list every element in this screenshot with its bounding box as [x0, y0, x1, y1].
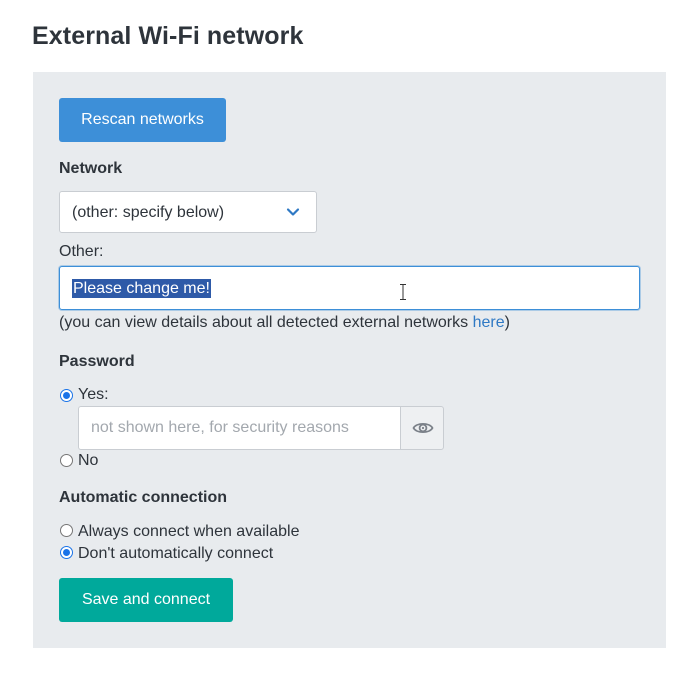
network-select-value: (other: specify below) — [72, 204, 225, 221]
dont-connect-radio[interactable] — [60, 546, 73, 559]
password-yes-radio[interactable] — [60, 389, 73, 402]
networks-details-link[interactable]: here — [473, 314, 505, 331]
text-cursor-icon — [400, 284, 406, 300]
networks-hint-text: (you can view details about all detected… — [59, 314, 473, 331]
password-no-label: No — [78, 452, 99, 469]
dont-connect-label: Don't automatically connect — [78, 545, 274, 562]
rescan-networks-button[interactable]: Rescan networks — [59, 98, 226, 142]
show-password-button[interactable] — [400, 406, 444, 450]
password-input[interactable]: not shown here, for security reasons — [78, 406, 401, 450]
password-placeholder: not shown here, for security reasons — [91, 419, 349, 436]
other-label: Other: — [59, 243, 104, 260]
save-and-connect-button[interactable]: Save and connect — [59, 578, 233, 622]
networks-hint-suffix: ) — [504, 314, 510, 331]
password-no-radio[interactable] — [60, 454, 73, 467]
automatic-connection-label: Automatic connection — [59, 489, 228, 506]
password-yes-label: Yes: — [78, 386, 109, 403]
other-network-value: Please change me! — [72, 279, 211, 298]
wifi-settings-panel: Rescan networks Network (other: specify … — [33, 72, 666, 648]
chevron-down-icon — [286, 208, 300, 216]
network-select[interactable]: (other: specify below) — [59, 191, 317, 233]
page-title: External Wi-Fi network — [32, 22, 304, 50]
always-connect-radio[interactable] — [60, 524, 73, 537]
password-label: Password — [59, 353, 135, 370]
networks-hint: (you can view details about all detected… — [59, 314, 510, 332]
always-connect-label: Always connect when available — [78, 523, 300, 540]
other-network-input[interactable]: Please change me! — [59, 266, 640, 310]
eye-icon — [412, 422, 434, 434]
network-label: Network — [59, 160, 123, 177]
